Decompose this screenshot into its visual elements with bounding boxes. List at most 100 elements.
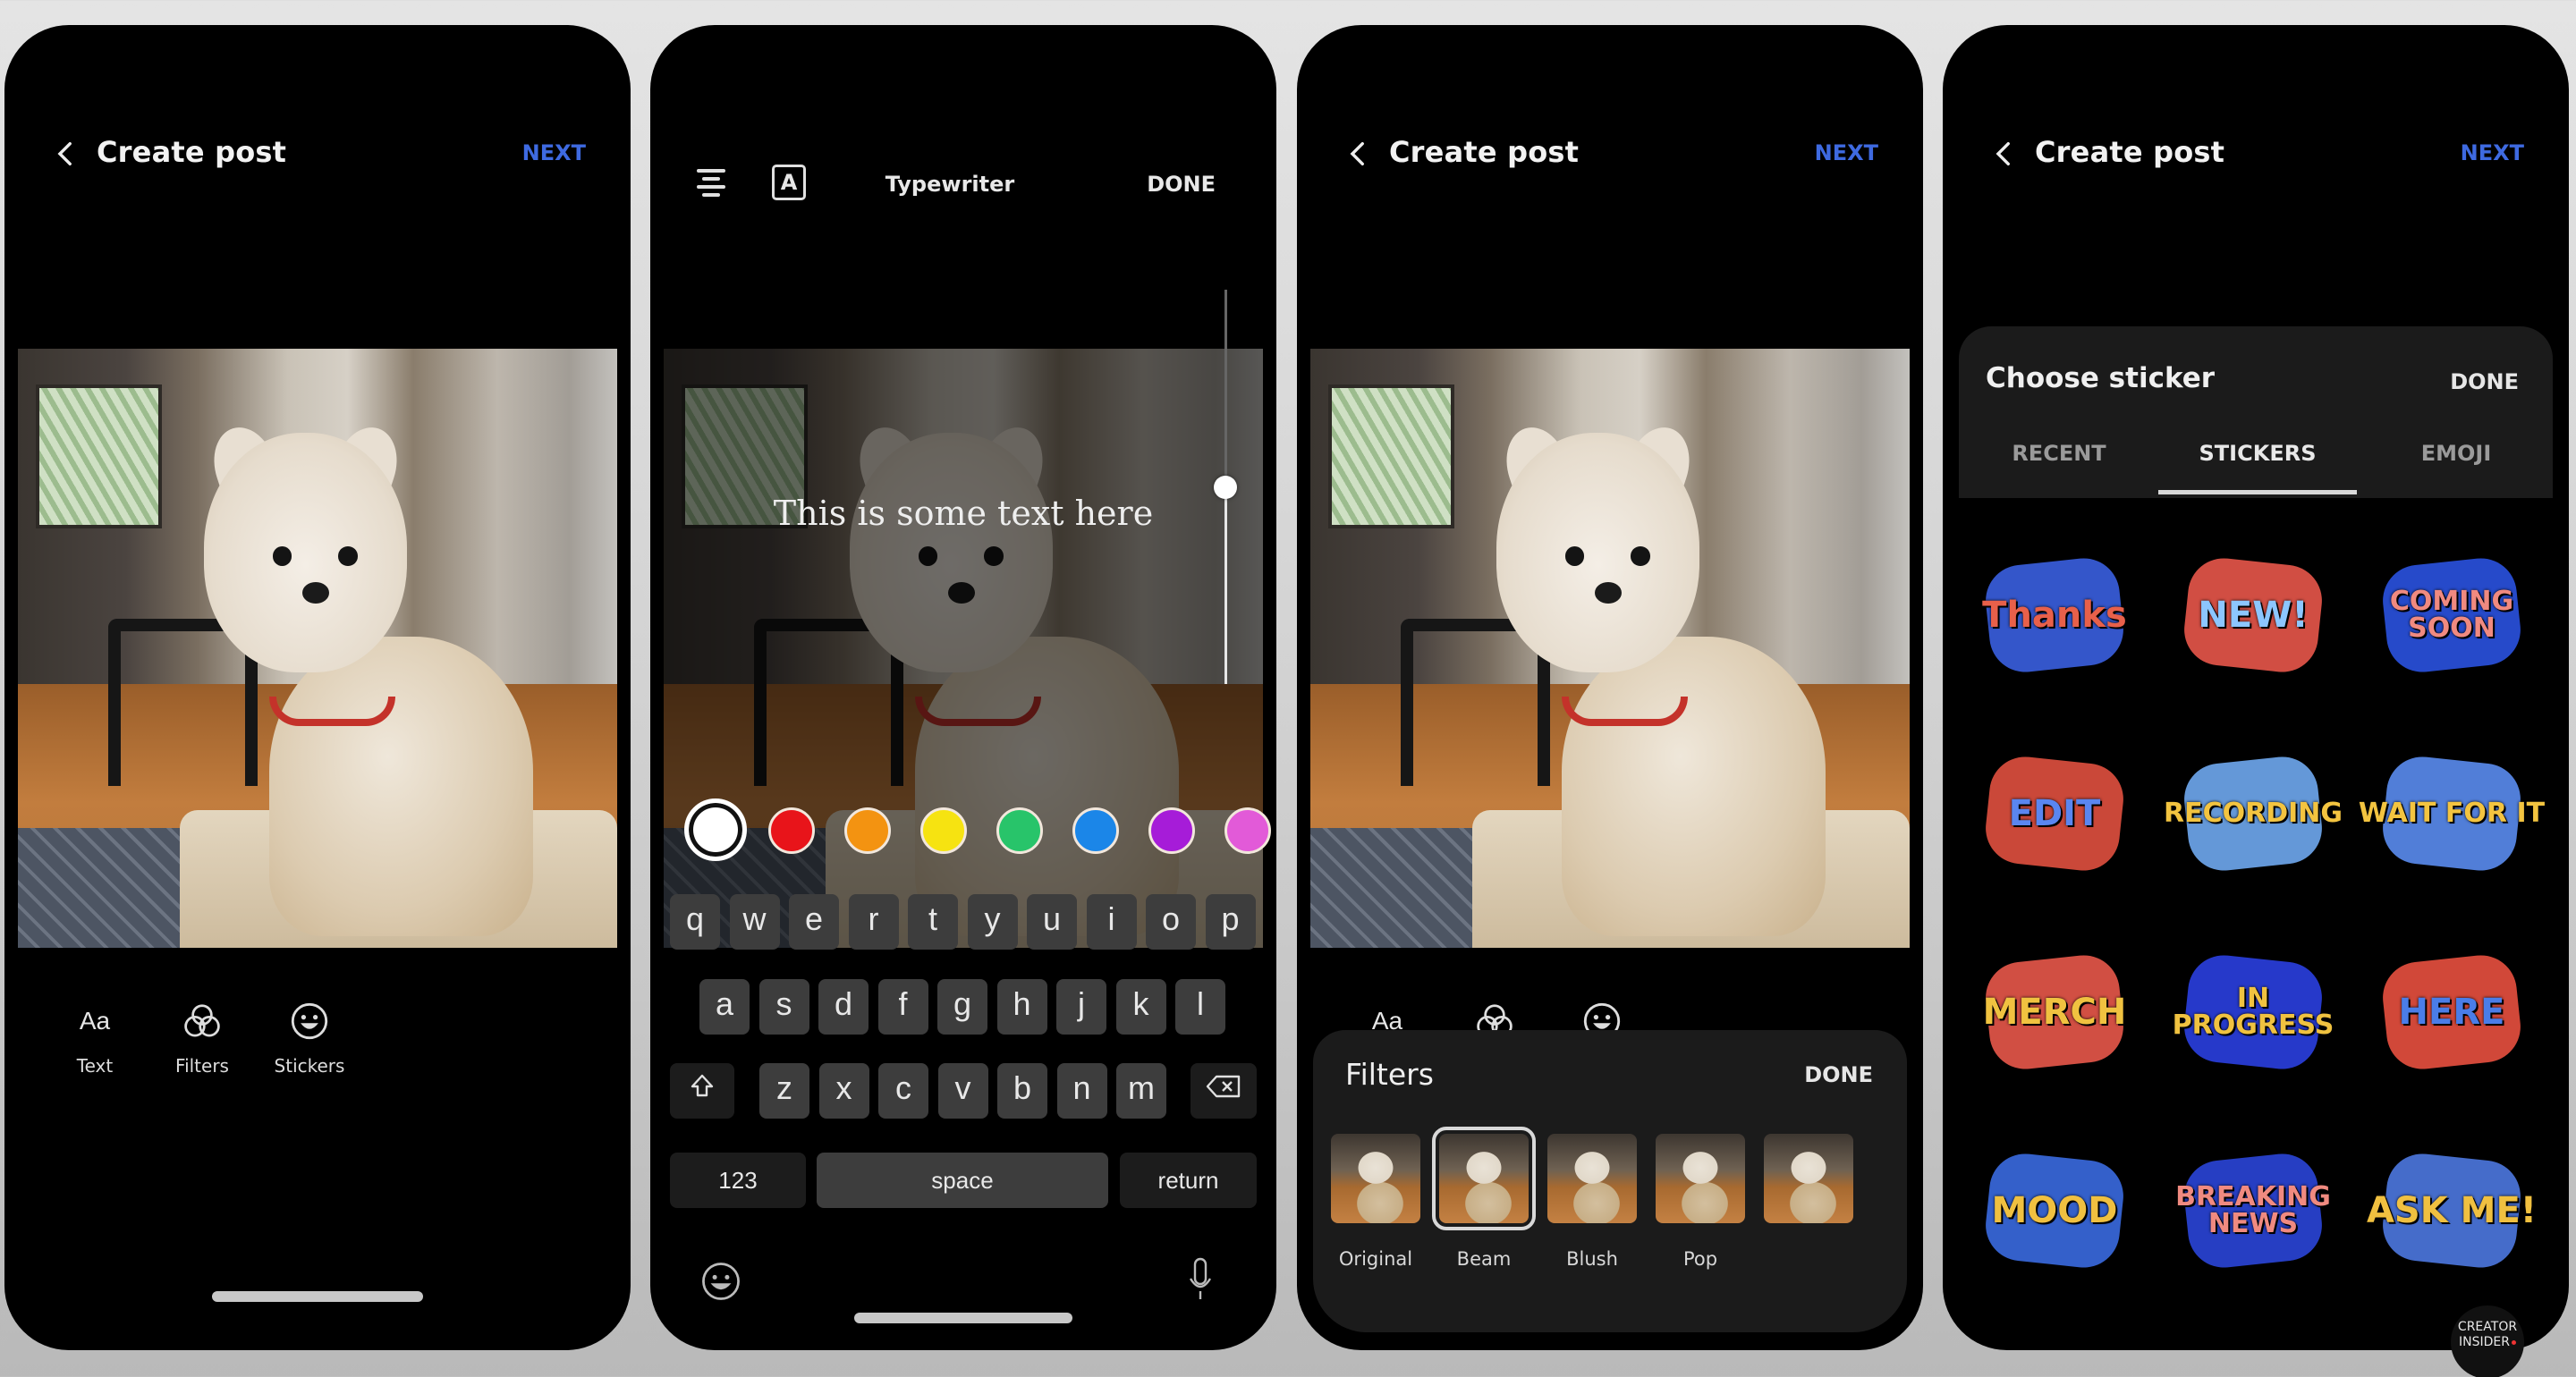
filter-preview-image bbox=[1547, 1134, 1637, 1223]
sticker-in-progress[interactable]: IN PROGRESS bbox=[2159, 923, 2347, 1102]
backspace-key[interactable] bbox=[1191, 1063, 1257, 1119]
key-z[interactable]: z bbox=[759, 1063, 809, 1119]
color-swatch-orange[interactable] bbox=[844, 807, 891, 854]
color-swatch-green[interactable] bbox=[996, 807, 1043, 854]
tab-recent[interactable]: RECENT bbox=[1961, 441, 2157, 466]
done-button[interactable]: DONE bbox=[1147, 172, 1216, 197]
numbers-key[interactable]: 123 bbox=[670, 1153, 806, 1208]
key-x[interactable]: x bbox=[818, 1063, 869, 1119]
key-n[interactable]: n bbox=[1056, 1063, 1107, 1119]
key-d[interactable]: d bbox=[818, 979, 869, 1035]
done-button[interactable]: DONE bbox=[1804, 1062, 1873, 1087]
sticker-coming-soon[interactable]: COMING SOON bbox=[2358, 526, 2546, 705]
filter-option-original[interactable] bbox=[1331, 1134, 1420, 1223]
sticker-wait-for-it[interactable]: WAIT FOR IT bbox=[2358, 724, 2546, 903]
text-overlay[interactable]: This is some text here bbox=[664, 494, 1263, 533]
tab-stickers[interactable]: STICKERS bbox=[2159, 441, 2356, 466]
text-size-slider[interactable] bbox=[1214, 290, 1237, 684]
back-arrow-icon[interactable] bbox=[51, 139, 81, 169]
filter-option-more[interactable] bbox=[1764, 1134, 1853, 1223]
return-key[interactable]: return bbox=[1120, 1153, 1257, 1208]
sticker-merch[interactable]: MERCH bbox=[1961, 923, 2148, 1102]
phone-text-editor-screen: A Typewriter DONE This is some text here… bbox=[650, 25, 1276, 1350]
sticker-sheet: Choose sticker DONE RECENT STICKERS EMOJ… bbox=[1959, 326, 2553, 498]
sticker-text: NEW! bbox=[2198, 595, 2309, 636]
sticker-ask-me[interactable]: ASK ME! bbox=[2358, 1121, 2546, 1300]
key-m[interactable]: m bbox=[1116, 1063, 1166, 1119]
key-g[interactable]: g bbox=[937, 979, 987, 1035]
sticker-recording[interactable]: RECORDING bbox=[2159, 724, 2347, 903]
color-swatch-blue[interactable] bbox=[1072, 807, 1119, 854]
next-button[interactable]: NEXT bbox=[1815, 140, 1878, 165]
active-tab-indicator bbox=[2158, 490, 2357, 494]
sticker-text: BREAKING NEWS bbox=[2175, 1181, 2331, 1239]
sheet-title: Filters bbox=[1345, 1057, 1434, 1092]
key-f[interactable]: f bbox=[877, 979, 928, 1035]
key-u[interactable]: u bbox=[1027, 894, 1077, 950]
back-arrow-icon[interactable] bbox=[1343, 139, 1374, 169]
back-arrow-icon[interactable] bbox=[1989, 139, 2020, 169]
sticker-here[interactable]: HERE bbox=[2358, 923, 2546, 1102]
key-q[interactable]: q bbox=[670, 894, 720, 950]
sticker-new[interactable]: NEW! bbox=[2159, 526, 2347, 705]
sticker-mood[interactable]: MOOD bbox=[1961, 1121, 2148, 1300]
text-tool-button[interactable]: Aa Text bbox=[46, 1000, 144, 1077]
sticker-thanks[interactable]: Thanks bbox=[1961, 526, 2148, 705]
next-button[interactable]: NEXT bbox=[522, 140, 586, 165]
tool-label: Stickers bbox=[274, 1055, 345, 1077]
backspace-icon bbox=[1206, 1075, 1241, 1098]
next-button[interactable]: NEXT bbox=[2461, 140, 2524, 165]
sticker-text: MOOD bbox=[1991, 1190, 2118, 1231]
key-w[interactable]: w bbox=[729, 894, 780, 950]
key-k[interactable]: k bbox=[1115, 979, 1166, 1035]
tool-label: Filters bbox=[175, 1055, 229, 1077]
key-c[interactable]: c bbox=[878, 1063, 928, 1119]
page-title: Create post bbox=[1389, 135, 1580, 169]
key-j[interactable]: j bbox=[1056, 979, 1106, 1035]
filter-label: Pop bbox=[1682, 1248, 1718, 1270]
color-swatch-white[interactable] bbox=[684, 798, 747, 861]
page-title: Create post bbox=[97, 135, 287, 169]
filter-option-blush[interactable] bbox=[1547, 1134, 1637, 1223]
filters-tool-button[interactable]: Filters bbox=[153, 1000, 251, 1077]
stickers-tool-button[interactable]: Stickers bbox=[260, 1000, 359, 1077]
microphone-icon[interactable] bbox=[1189, 1257, 1212, 1302]
sticker-text: Thanks bbox=[1982, 595, 2127, 636]
color-swatch-pink[interactable] bbox=[1224, 807, 1271, 854]
key-s[interactable]: s bbox=[758, 979, 809, 1035]
page-title: Create post bbox=[2035, 135, 2225, 169]
sticker-breaking-news[interactable]: BREAKING NEWS bbox=[2159, 1121, 2347, 1300]
key-i[interactable]: i bbox=[1086, 894, 1137, 950]
tool-label: Text bbox=[76, 1055, 114, 1077]
emoji-icon[interactable] bbox=[700, 1261, 741, 1302]
filter-label: Blush bbox=[1566, 1248, 1618, 1270]
post-image bbox=[18, 349, 617, 948]
shift-key[interactable] bbox=[670, 1063, 734, 1119]
color-swatch-purple[interactable] bbox=[1148, 807, 1195, 854]
key-l[interactable]: l bbox=[1175, 979, 1225, 1035]
sheet-title: Choose sticker bbox=[1986, 362, 2216, 394]
home-indicator bbox=[212, 1291, 423, 1302]
key-h[interactable]: h bbox=[996, 979, 1047, 1035]
key-a[interactable]: a bbox=[699, 979, 750, 1035]
filter-option-beam[interactable] bbox=[1432, 1127, 1536, 1230]
space-key[interactable]: space bbox=[817, 1153, 1108, 1208]
sticker-text: EDIT bbox=[2008, 793, 2101, 834]
sticker-edit[interactable]: EDIT bbox=[1961, 724, 2148, 903]
key-e[interactable]: e bbox=[789, 894, 839, 950]
key-y[interactable]: y bbox=[967, 894, 1018, 950]
key-t[interactable]: t bbox=[908, 894, 958, 950]
done-button[interactable]: DONE bbox=[2450, 369, 2519, 394]
filter-preview-image bbox=[1331, 1134, 1420, 1223]
key-p[interactable]: p bbox=[1205, 894, 1256, 950]
color-picker bbox=[684, 798, 1275, 863]
filter-option-pop[interactable] bbox=[1656, 1134, 1745, 1223]
key-o[interactable]: o bbox=[1146, 894, 1196, 950]
key-v[interactable]: v bbox=[937, 1063, 988, 1119]
tab-emoji[interactable]: EMOJI bbox=[2358, 441, 2555, 466]
color-swatch-red[interactable] bbox=[768, 807, 815, 854]
post-image bbox=[1310, 349, 1910, 948]
key-b[interactable]: b bbox=[997, 1063, 1047, 1119]
key-r[interactable]: r bbox=[848, 894, 899, 950]
color-swatch-yellow[interactable] bbox=[920, 807, 967, 854]
